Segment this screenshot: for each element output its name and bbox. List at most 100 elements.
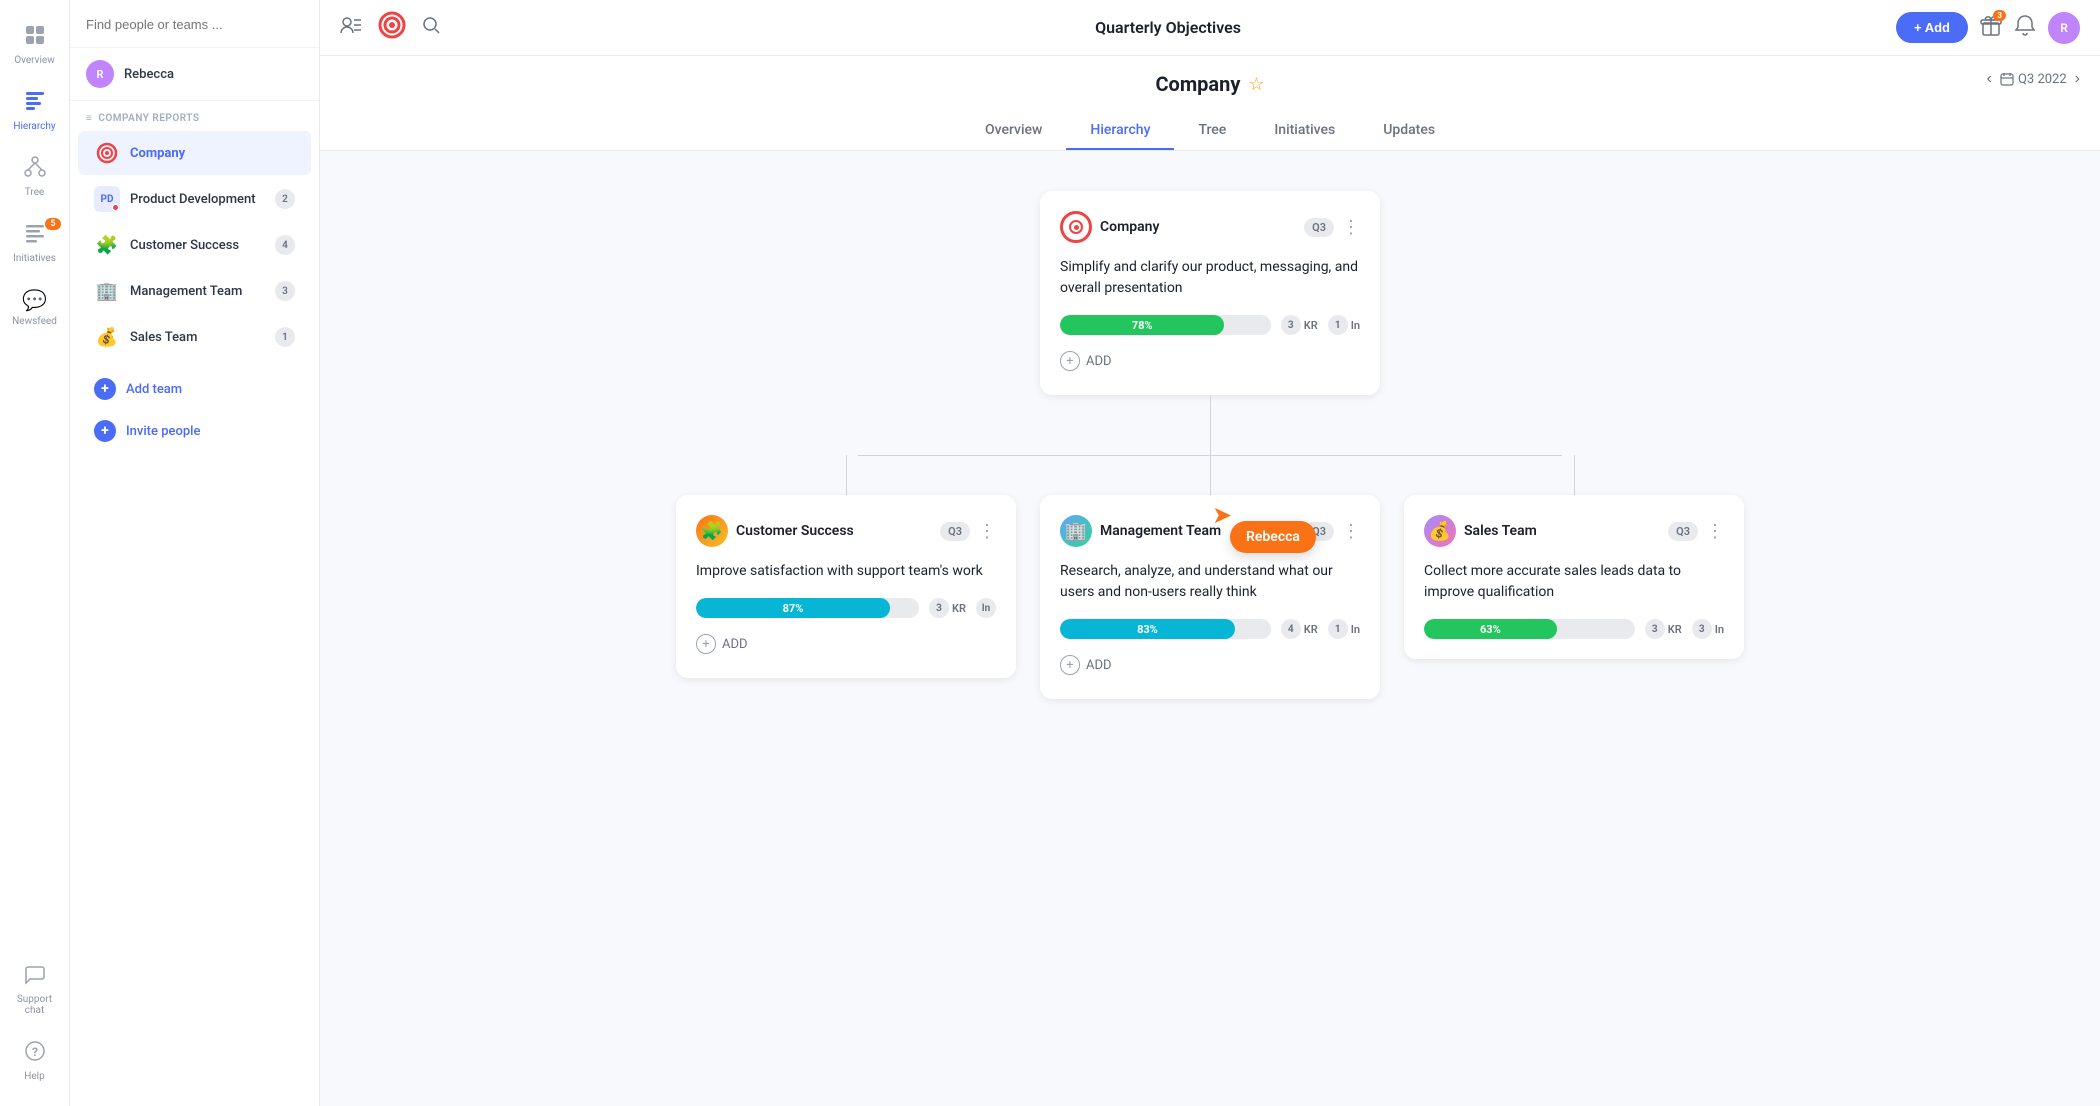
company-kr-count: 3 [1281,315,1301,335]
st-quarter-badge: Q3 [1668,522,1698,541]
nav-label-hierarchy: Hierarchy [13,121,55,132]
mt-in-count: 1 [1328,619,1348,639]
child-connector-st [1574,455,1575,495]
section-label: ≡ COMPANY REPORTS [70,101,319,130]
cs-team-icon: 🧩 [696,515,728,547]
notification-icon[interactable] [2014,14,2036,41]
st-progress-row: 63% 3 KR 3 In [1424,619,1724,639]
tab-tree[interactable]: Tree [1174,112,1250,150]
invite-people-button[interactable]: + Invite people [78,411,311,451]
nav-item-overview[interactable]: Overview [5,16,65,74]
header-icons [340,11,440,44]
cs-team-name: Customer Success [736,523,932,539]
st-kr-count: 3 [1645,619,1665,639]
tab-initiatives[interactable]: Initiatives [1250,112,1359,150]
sidebar-item-product-dev[interactable]: PD Product Development 2 [78,177,311,221]
nav-bottom: Support chat ? Help [5,955,65,1090]
team-list-icon[interactable] [340,16,362,39]
cs-objective: Improve satisfaction with support team's… [696,561,996,582]
user-avatar-header[interactable]: R [2048,12,2080,44]
cs-menu-button[interactable]: ⋮ [978,521,996,542]
cs-add-button[interactable]: + ADD [696,630,996,658]
sales-team-count: 1 [275,327,295,347]
product-dev-icon: PD [94,186,120,212]
nav-item-newsfeed[interactable]: 💬 Newsfeed [5,280,65,335]
st-kr-badge: 3 KR [1645,619,1682,639]
nav-item-tree[interactable]: Tree [5,148,65,206]
customer-success-card: 🧩 Customer Success Q3 ⋮ Improve satisfac… [676,495,1016,678]
add-team-icon: + [94,378,116,400]
avatar: R [86,60,114,88]
help-icon: ? [24,1040,46,1067]
company-kr-badge: 3 KR [1281,315,1318,335]
hierarchy-icon [24,90,46,117]
cs-kr-badge: 3 KR [929,598,966,618]
sales-team-label: Sales Team [130,330,265,345]
company-card: Company Q3 ⋮ Simplify and clarify our pr… [1040,191,1380,395]
company-quarter-badge: Q3 [1304,218,1334,237]
search-input[interactable] [86,17,303,32]
mt-progress-row: 83% 4 KR 1 In [1060,619,1360,639]
cs-in-badge: In [976,598,996,618]
tab-updates[interactable]: Updates [1359,112,1459,150]
invite-people-label: Invite people [126,424,200,439]
sidebar-item-customer-success[interactable]: 🧩 Customer Success 4 [78,223,311,267]
st-progress-bar: 63% [1424,619,1557,639]
add-team-button[interactable]: + Add team [78,369,311,409]
gift-icon[interactable]: 3 [1980,14,2002,41]
nav-item-initiatives[interactable]: 5 Initiatives [5,214,65,272]
company-in-badge: 1 In [1328,315,1360,335]
nav-help[interactable]: ? Help [5,1032,65,1090]
mt-menu-button[interactable]: ⋮ [1342,521,1360,542]
cursor-arrow: ➤ [1212,501,1232,529]
cs-add-circle-icon: + [696,634,716,654]
support-chat-icon [24,963,46,990]
add-team-label: Add team [126,382,182,397]
cs-progress-bar-container: 87% [696,598,919,618]
company-progress-bar-container: 78% [1060,315,1271,335]
company-progress-row: 78% 3 KR 1 In [1060,315,1360,335]
tree-children: 🧩 Customer Success Q3 ⋮ Improve satisfac… [676,455,1744,699]
mt-in-badge: 1 In [1328,619,1360,639]
quarter-nav: ‹ Q3 2022 › [1987,70,2080,88]
tab-hierarchy[interactable]: Hierarchy [1066,112,1174,150]
target-logo-icon [378,11,406,44]
sidebar-item-company[interactable]: Company [78,131,311,175]
company-menu-button[interactable]: ⋮ [1342,217,1360,238]
company-label: Company [130,146,295,161]
cs-progress-bar: 87% [696,598,890,618]
sales-team-card: 💰 Sales Team Q3 ⋮ Collect more accurate … [1404,495,1744,659]
next-quarter-button[interactable]: › [2075,70,2080,88]
add-button[interactable]: + Add [1896,12,1968,43]
prev-quarter-button[interactable]: ‹ [1987,70,1992,88]
cs-add-label: ADD [722,637,748,652]
child-wrapper-management-team: 🏢 Management Team Q3 ⋮ Research, analyze… [1040,455,1380,699]
tab-overview[interactable]: Overview [961,112,1066,150]
sidebar-user[interactable]: R Rebecca [70,48,319,101]
cs-progress-row: 87% 3 KR In [696,598,996,618]
sidebar-item-management-team[interactable]: 🏢 Management Team 3 [78,269,311,313]
nav-support-chat[interactable]: Support chat [5,955,65,1024]
gift-badge: 3 [1993,10,2006,21]
mt-progress-bar: 83% [1060,619,1235,639]
customer-success-count: 4 [275,235,295,255]
search-container[interactable] [70,0,319,48]
st-team-icon: 💰 [1424,515,1456,547]
product-dev-count: 2 [275,189,295,209]
far-left-navigation: Overview Hierarchy Tree 5 [0,0,70,1106]
cs-card-header: 🧩 Customer Success Q3 ⋮ [696,515,996,547]
nav-label-overview: Overview [14,55,55,66]
management-team-card: 🏢 Management Team Q3 ⋮ Research, analyze… [1040,495,1380,699]
mt-add-button[interactable]: + ADD [1060,651,1360,679]
star-icon[interactable]: ☆ [1248,74,1264,95]
st-menu-button[interactable]: ⋮ [1706,521,1724,542]
sidebar-item-sales-team[interactable]: 💰 Sales Team 1 [78,315,311,359]
search-icon[interactable] [422,16,440,39]
company-progress-bar: 78% [1060,315,1224,335]
initiatives-badge: 5 [45,218,60,230]
cs-quarter-badge: Q3 [940,522,970,541]
svg-text:?: ? [32,1045,38,1059]
company-add-button[interactable]: + ADD [1060,347,1360,375]
management-team-icon: 🏢 [94,278,120,304]
nav-item-hierarchy[interactable]: Hierarchy [5,82,65,140]
